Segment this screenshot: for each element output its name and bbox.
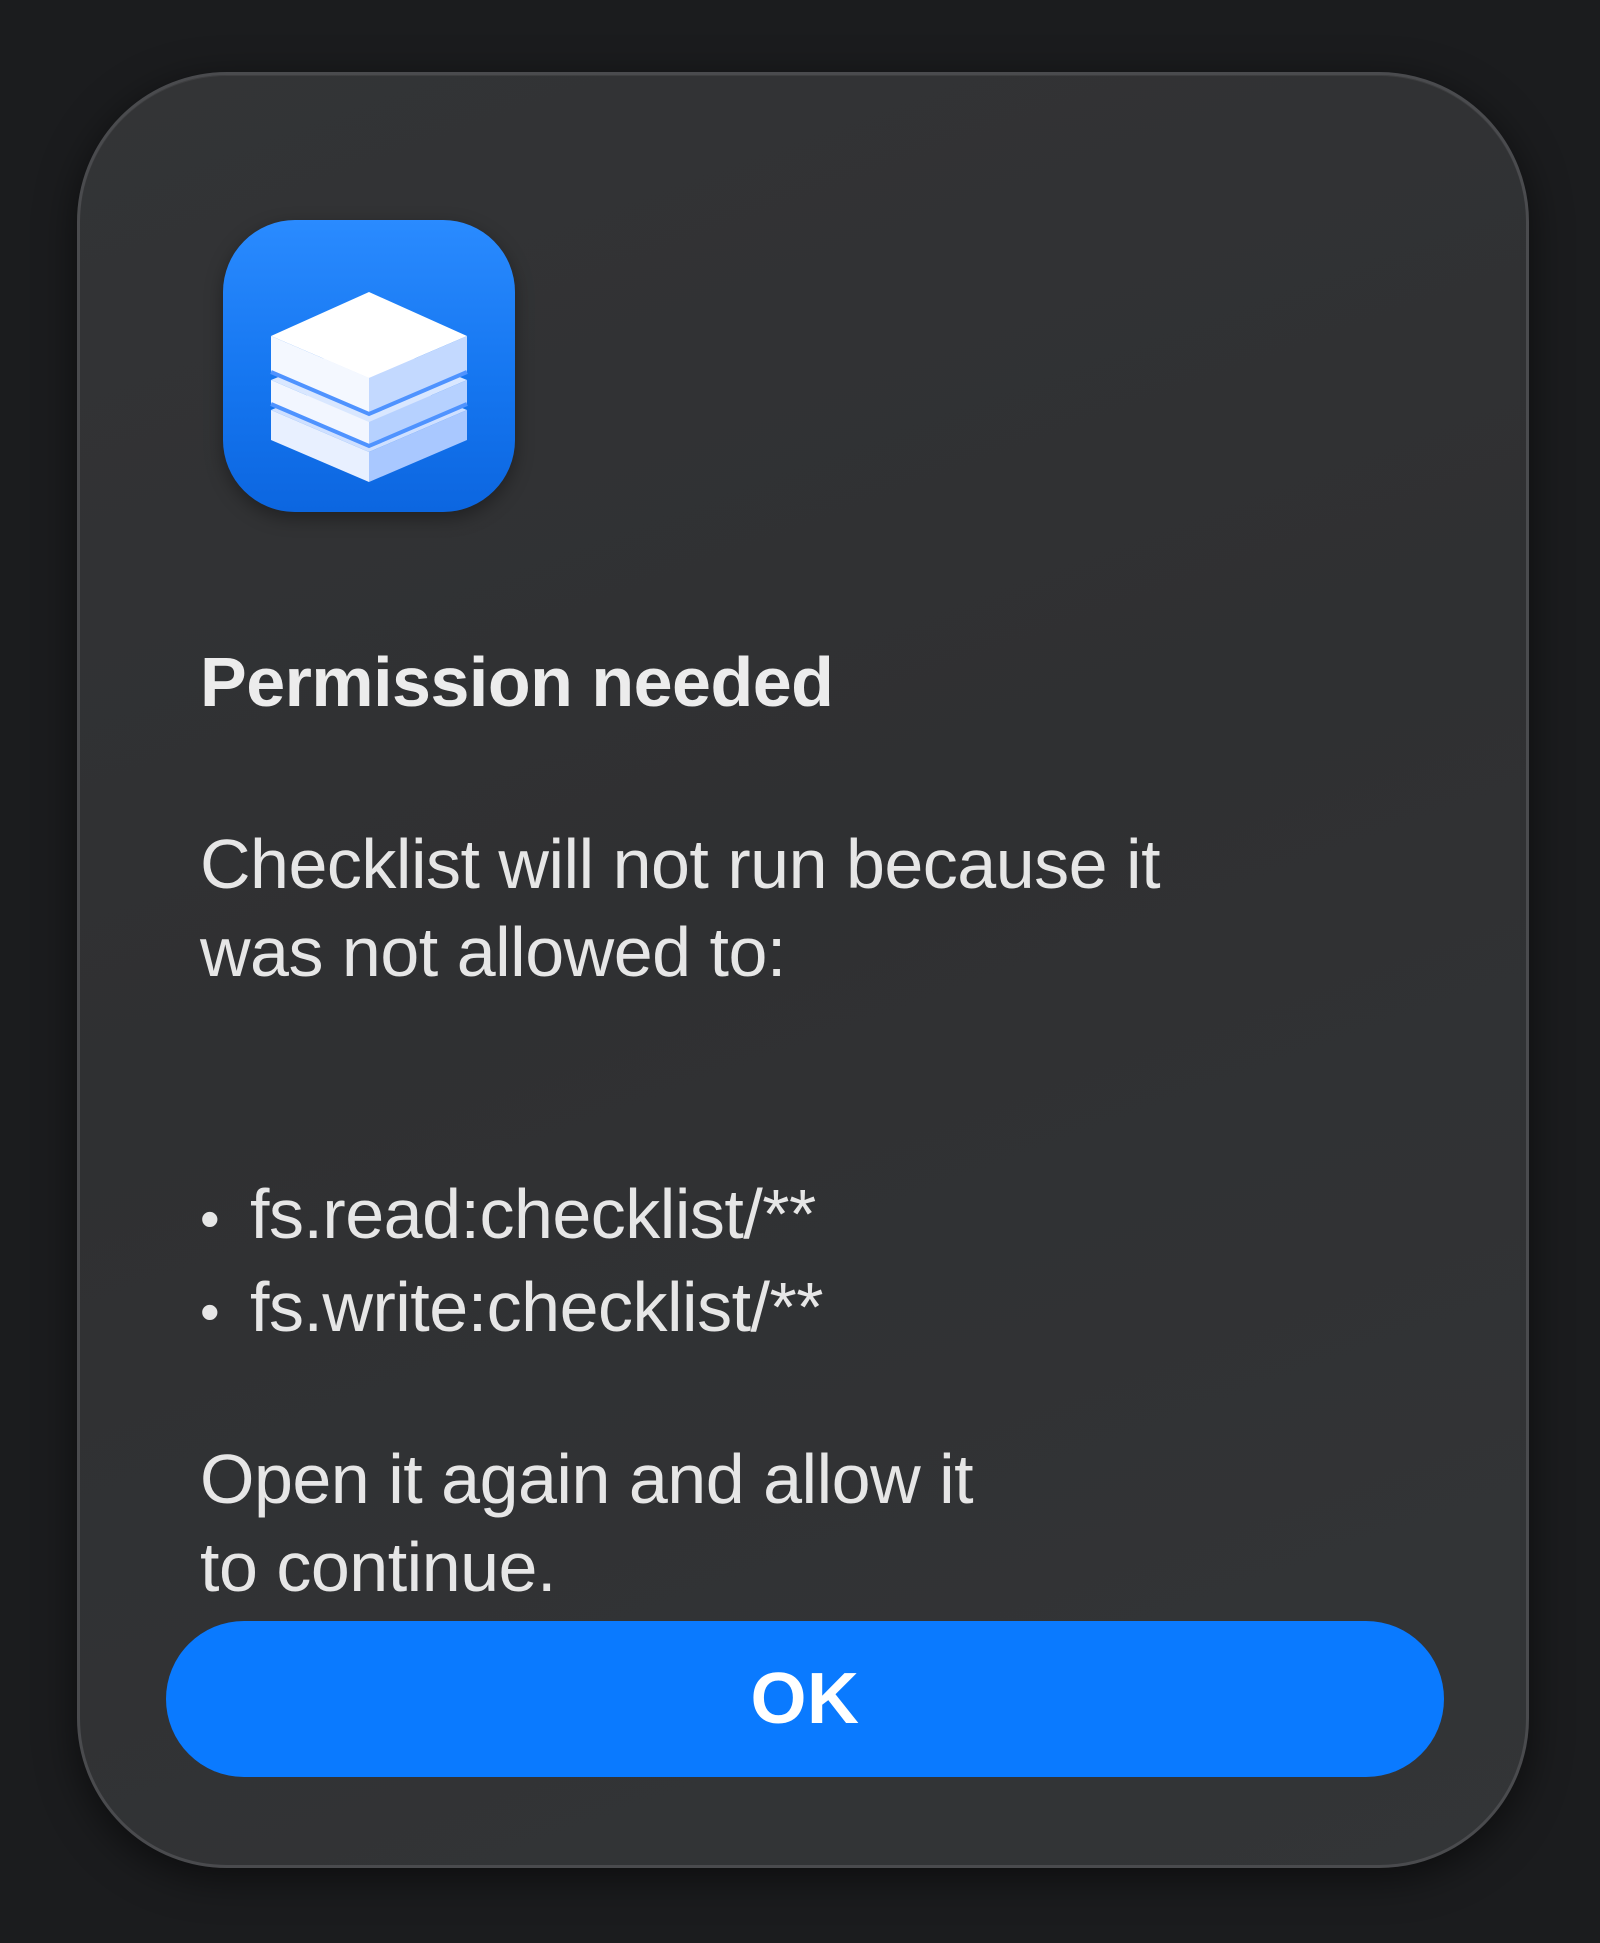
instruction-line: to continue. bbox=[200, 1528, 556, 1606]
message-line: Checklist will not run because it bbox=[200, 825, 1161, 903]
permission-dialog: Permission needed Checklist will not run… bbox=[77, 72, 1529, 1868]
instruction-line: Open it again and allow it bbox=[200, 1440, 974, 1518]
permission-item: • fs.read:checklist/** bbox=[200, 1170, 823, 1263]
permission-text: fs.write:checklist/** bbox=[250, 1268, 823, 1346]
permission-list: • fs.read:checklist/** • fs.write:checklis… bbox=[200, 1170, 823, 1356]
ok-button[interactable]: OK bbox=[166, 1621, 1444, 1777]
app-icon bbox=[223, 220, 515, 512]
dialog-title: Permission needed bbox=[200, 643, 834, 721]
dialog-message: Checklist will not run because it was no… bbox=[200, 820, 1400, 996]
bullet-icon: • bbox=[200, 1187, 220, 1250]
message-line: was not allowed to: bbox=[200, 913, 786, 991]
permission-text: fs.read:checklist/** bbox=[250, 1175, 816, 1253]
bullet-icon: • bbox=[200, 1280, 220, 1343]
permission-item: • fs.write:checklist/** bbox=[200, 1263, 823, 1356]
dialog-instruction: Open it again and allow it to continue. bbox=[200, 1435, 1400, 1611]
layered-box-icon bbox=[270, 292, 468, 482]
